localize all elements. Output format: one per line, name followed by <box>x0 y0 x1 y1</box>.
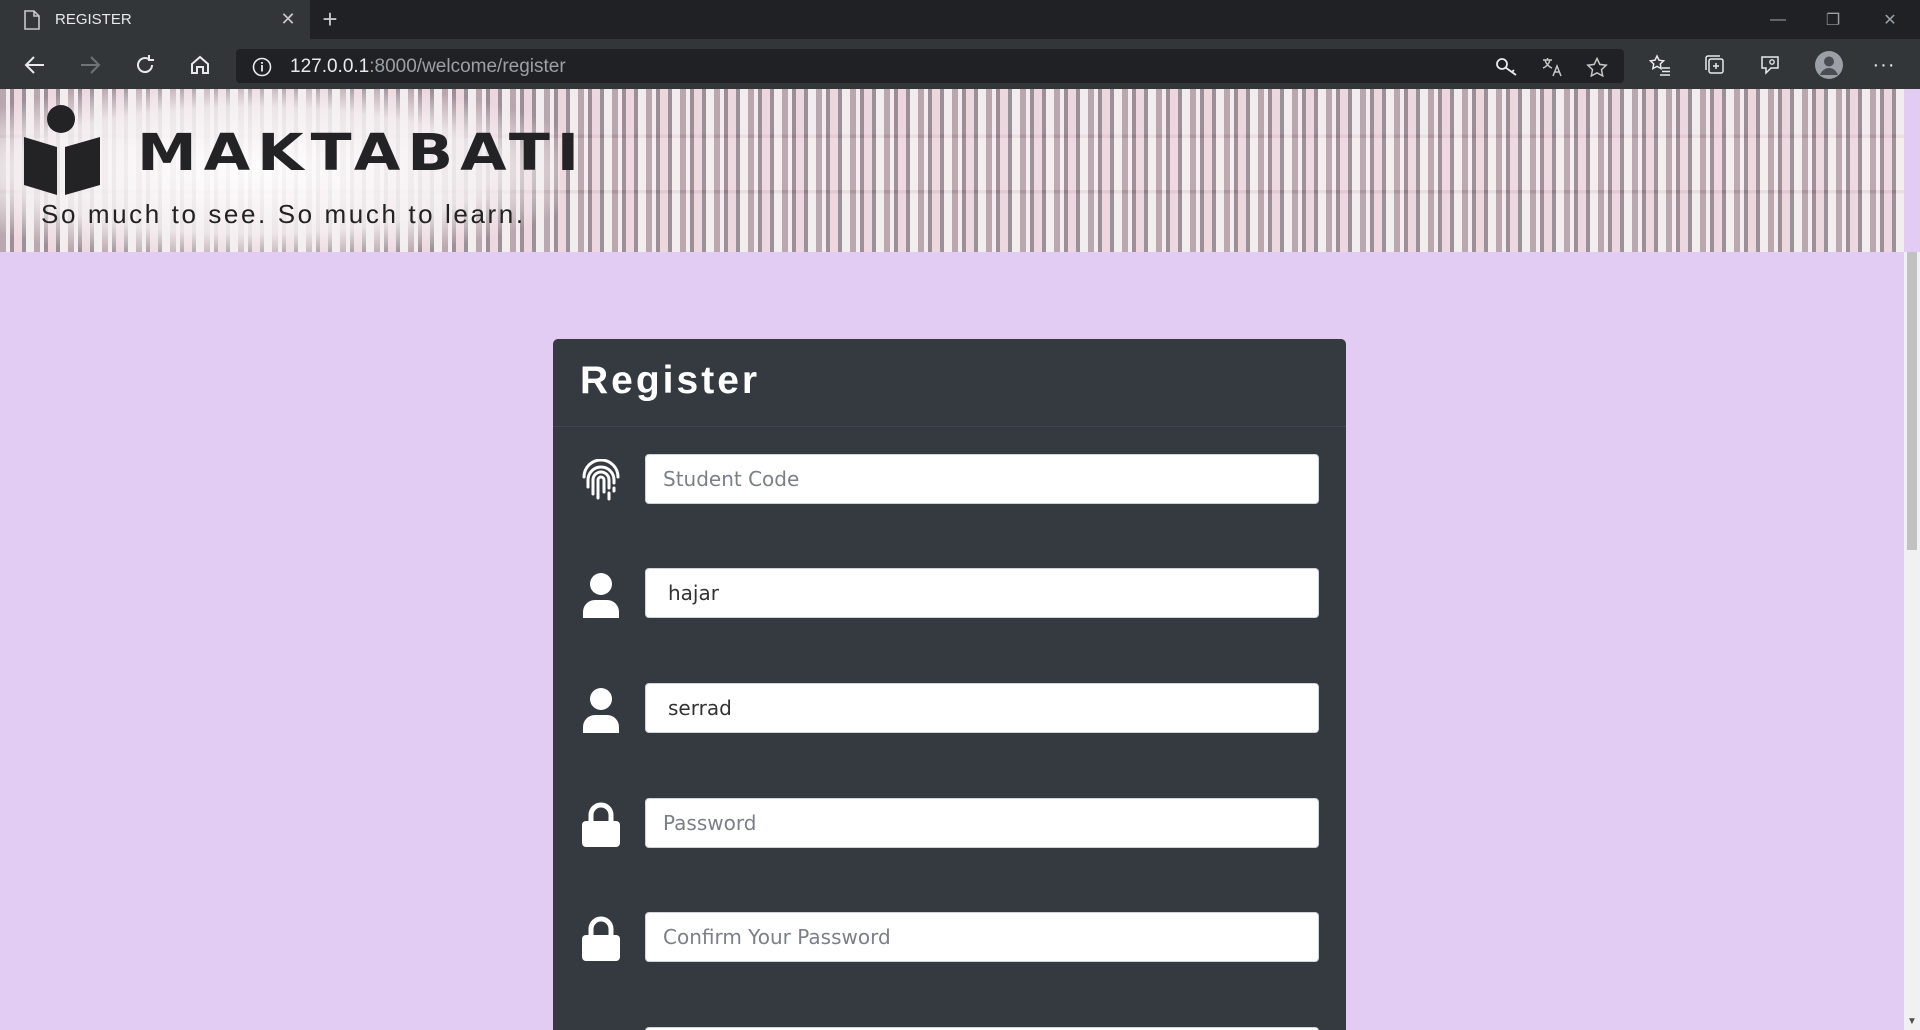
lock-icon <box>579 916 623 961</box>
profile-avatar-icon[interactable] <box>1812 48 1846 82</box>
page-icon <box>24 10 40 35</box>
favorites-icon[interactable] <box>1645 50 1675 80</box>
register-card: Register <box>553 339 1346 1030</box>
url-path: :8000/welcome/register <box>369 56 566 77</box>
first-name-input[interactable] <box>645 568 1319 618</box>
home-icon[interactable] <box>185 50 215 80</box>
browser-tab[interactable]: REGISTER ✕ <box>0 0 310 39</box>
refresh-icon[interactable] <box>130 50 160 80</box>
last-name-row <box>553 683 1346 735</box>
favorite-star-icon[interactable] <box>1586 56 1608 82</box>
tab-strip: REGISTER ✕ + — ❐ ✕ <box>0 0 1920 39</box>
key-icon[interactable] <box>1496 57 1518 82</box>
user-icon <box>579 573 623 618</box>
form-title: Register <box>580 359 761 402</box>
close-window-icon[interactable]: ✕ <box>1862 0 1918 39</box>
site-logo-text[interactable]: MAKTABATI <box>137 123 586 183</box>
lock-icon <box>579 802 623 847</box>
url-host: 127.0.0.1 <box>290 56 370 77</box>
card-header: Register <box>553 339 1346 427</box>
restore-icon[interactable]: ❐ <box>1805 0 1861 39</box>
scrollbar-thumb[interactable] <box>1907 252 1917 550</box>
feedback-icon[interactable] <box>1755 50 1785 80</box>
tab-title: REGISTER <box>55 11 132 28</box>
confirm-password-input[interactable] <box>645 912 1319 962</box>
reader-book-logo-icon <box>20 101 128 201</box>
page-viewport: MAKTABATI So much to see. So much to lea… <box>0 89 1904 1030</box>
forward-icon[interactable] <box>75 50 105 80</box>
translate-icon[interactable] <box>1541 57 1563 82</box>
new-tab-icon[interactable]: + <box>318 6 342 32</box>
scroll-down-arrow-icon[interactable]: ▼ <box>1904 1014 1920 1030</box>
page-scrollbar[interactable]: ▼ <box>1904 252 1920 1030</box>
confirm-password-row <box>553 912 1346 964</box>
password-row <box>553 798 1346 850</box>
site-info-icon[interactable] <box>252 57 272 82</box>
student-code-row <box>553 454 1346 506</box>
first-name-row <box>553 568 1346 620</box>
header-banner: MAKTABATI So much to see. So much to lea… <box>0 89 1904 252</box>
student-code-input[interactable] <box>645 454 1319 504</box>
collections-icon[interactable] <box>1700 50 1730 80</box>
minimize-icon[interactable]: — <box>1750 0 1806 39</box>
more-menu-icon[interactable]: ··· <box>1869 50 1899 80</box>
back-icon[interactable] <box>20 50 50 80</box>
user-icon <box>579 688 623 733</box>
address-bar[interactable]: 127.0.0.1:8000/welcome/register <box>236 49 1624 83</box>
close-tab-icon[interactable]: ✕ <box>279 10 297 28</box>
site-tagline: So much to see. So much to learn. <box>41 199 526 229</box>
password-input[interactable] <box>645 798 1319 848</box>
url-text: 127.0.0.1:8000/welcome/register <box>290 56 566 78</box>
fingerprint-icon <box>579 459 623 503</box>
last-name-input[interactable] <box>645 683 1319 733</box>
